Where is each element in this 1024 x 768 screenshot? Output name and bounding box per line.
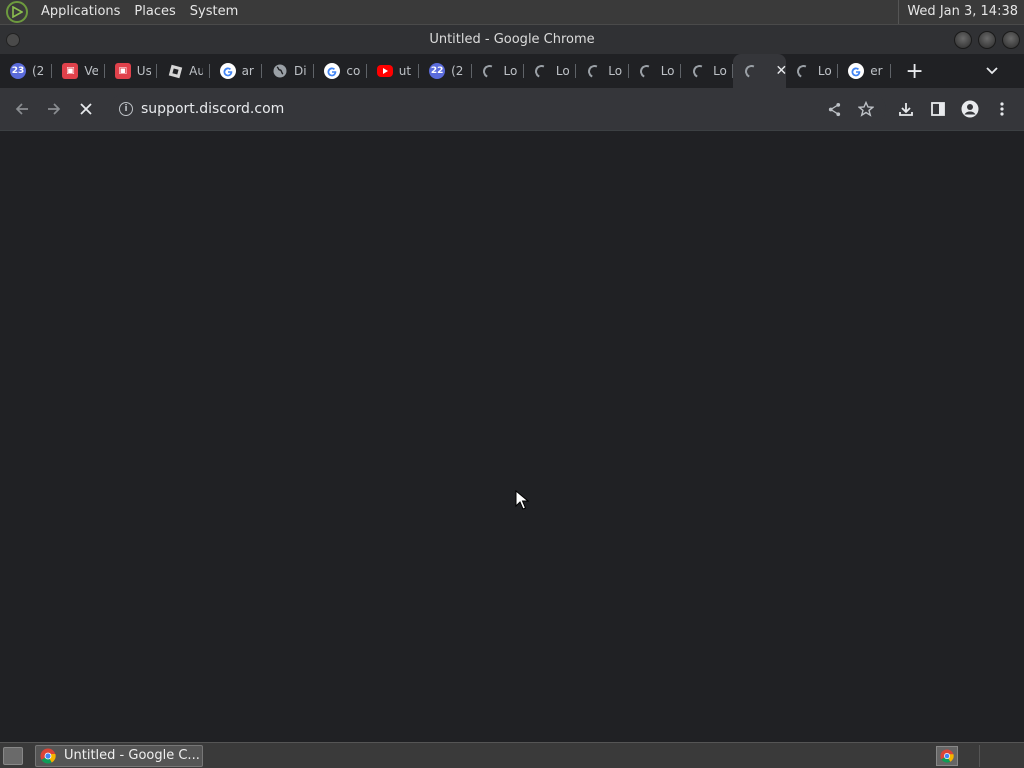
- tab-label: (2: [451, 64, 464, 78]
- tab-label: co: [346, 64, 361, 78]
- window-menu-button[interactable]: [6, 33, 20, 47]
- page-content[interactable]: [0, 130, 1024, 742]
- tab-strip: 23 (2 ▣ Ve ▣ Us Au ar Di co ut 22 (2 Lo …: [0, 54, 1024, 88]
- show-desktop-button[interactable]: [3, 746, 23, 765]
- roblox-icon: [167, 63, 183, 79]
- loading-spinner-icon: [795, 62, 813, 80]
- distro-logo-icon[interactable]: [6, 1, 28, 23]
- tab-5[interactable]: ar: [210, 54, 262, 88]
- tab-label: ar: [241, 64, 254, 78]
- minimize-button[interactable]: [954, 31, 972, 49]
- star-icon: [858, 101, 874, 117]
- chrome-icon: [940, 749, 954, 763]
- chrome-menu-button[interactable]: [986, 88, 1018, 130]
- site-info-icon[interactable]: i: [119, 102, 133, 116]
- tab-label: Di: [293, 64, 307, 78]
- red-robot-icon: ▣: [62, 63, 79, 79]
- window-title: Untitled - Google Chrome: [429, 32, 595, 47]
- tray-chrome-icon[interactable]: [936, 746, 958, 766]
- calendar-icon: 23: [10, 63, 26, 79]
- youtube-icon: [376, 65, 393, 77]
- tab-1[interactable]: 23 (2: [0, 54, 53, 88]
- back-button[interactable]: [6, 93, 38, 125]
- top-panel: Applications Places System Wed Jan 3, 14…: [0, 0, 1024, 24]
- loading-spinner-icon: [481, 62, 498, 80]
- tab-8[interactable]: ut: [367, 54, 420, 88]
- taskbar-window-label: Untitled - Google C...: [64, 748, 200, 763]
- download-icon: [899, 103, 913, 116]
- tray-separator: [979, 745, 980, 767]
- stop-x-icon: [80, 103, 92, 115]
- stop-loading-button[interactable]: [70, 93, 102, 125]
- system-menu[interactable]: System: [183, 0, 245, 24]
- tab-label: Lo: [660, 64, 675, 78]
- tab-label: Lo: [555, 64, 570, 78]
- new-tab-button[interactable]: +: [901, 57, 929, 85]
- browser-toolbar: i support.discord.com: [0, 88, 1024, 130]
- chrome-icon: [40, 748, 56, 764]
- tab-label: Lo: [713, 64, 727, 78]
- side-panel-button[interactable]: [922, 88, 954, 130]
- tab-label: er: [870, 64, 883, 78]
- tab-13[interactable]: Lo: [629, 54, 682, 88]
- google-icon: [848, 63, 865, 79]
- mouse-pointer-icon: [515, 490, 529, 510]
- tab-16[interactable]: Lo: [786, 54, 839, 88]
- tab-label: Au: [189, 64, 204, 78]
- forward-arrow-icon: [48, 103, 61, 115]
- side-panel-icon: [931, 102, 945, 116]
- tab-11[interactable]: Lo: [524, 54, 577, 88]
- address-bar[interactable]: i support.discord.com: [110, 93, 886, 125]
- back-arrow-icon: [15, 103, 28, 115]
- loading-spinner-icon: [533, 62, 551, 80]
- tab-3[interactable]: ▣ Us: [105, 54, 158, 88]
- share-button[interactable]: [818, 88, 850, 130]
- share-icon: [828, 102, 840, 116]
- tab-10[interactable]: Lo: [472, 54, 524, 88]
- close-tab-icon[interactable]: ✕: [775, 63, 785, 79]
- tab-9[interactable]: 22 (2: [419, 54, 472, 88]
- tab-12[interactable]: Lo: [576, 54, 629, 88]
- window-titlebar[interactable]: Untitled - Google Chrome: [0, 24, 1024, 54]
- tab-label: Lo: [503, 64, 518, 78]
- tab-label: Us: [136, 64, 151, 78]
- loading-spinner-icon: [743, 62, 760, 80]
- tab-search-chevron-icon[interactable]: [982, 61, 1002, 81]
- tab-14[interactable]: Lo: [681, 54, 734, 88]
- url-text[interactable]: support.discord.com: [141, 101, 284, 117]
- google-icon: [219, 63, 236, 79]
- tab-label: ut: [398, 64, 412, 78]
- forward-button[interactable]: [38, 93, 70, 125]
- downloads-button[interactable]: [890, 88, 922, 130]
- tab-4[interactable]: Au: [157, 54, 210, 88]
- tab-17[interactable]: er: [838, 54, 891, 88]
- applications-menu[interactable]: Applications: [34, 0, 127, 24]
- google-icon: [324, 63, 341, 79]
- kebab-menu-icon: [1000, 102, 1004, 116]
- maximize-button[interactable]: [978, 31, 996, 49]
- places-menu[interactable]: Places: [127, 0, 182, 24]
- tab-2[interactable]: ▣ Ve: [52, 54, 105, 88]
- loading-spinner-icon: [638, 62, 656, 80]
- red-robot-icon: ▣: [114, 63, 131, 79]
- profile-avatar-icon: [961, 100, 979, 118]
- profile-button[interactable]: [954, 88, 986, 130]
- close-window-button[interactable]: [1002, 31, 1020, 49]
- taskbar-chrome-window[interactable]: Untitled - Google C...: [35, 744, 203, 767]
- tab-label: Ve: [84, 64, 99, 78]
- tab-label: Lo: [817, 64, 832, 78]
- tab-label: (2: [32, 64, 45, 78]
- tab-label: Lo: [608, 64, 623, 78]
- tab-7[interactable]: co: [314, 54, 367, 88]
- bookmark-button[interactable]: [850, 88, 882, 130]
- loading-spinner-icon: [690, 62, 708, 80]
- calendar-icon: 22: [429, 63, 446, 79]
- tab-active[interactable]: ✕: [733, 54, 786, 88]
- tab-6[interactable]: Di: [262, 54, 315, 88]
- clock[interactable]: Wed Jan 3, 14:38: [898, 0, 1024, 24]
- bottom-taskbar: Untitled - Google C...: [0, 742, 1024, 768]
- loading-spinner-icon: [585, 62, 603, 80]
- globe-icon: [272, 63, 288, 79]
